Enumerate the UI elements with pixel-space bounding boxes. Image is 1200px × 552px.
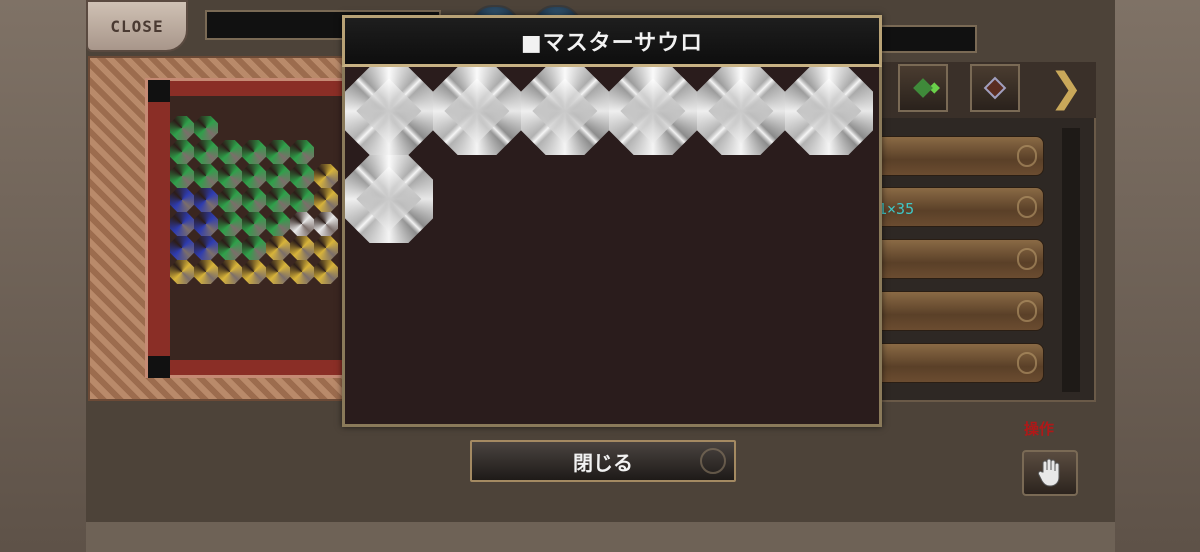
- board-gem-icon: [170, 188, 194, 212]
- board-gem-icon: [242, 260, 266, 284]
- board-gem-icon: [218, 188, 242, 212]
- ornament-icon: [1017, 300, 1037, 322]
- board-gem-icon: [266, 260, 290, 284]
- ornament-icon: [1017, 145, 1037, 167]
- board-gem-icon: [242, 164, 266, 188]
- modal-title: ■マスターサウロ: [520, 31, 704, 56]
- list-item[interactable]: [880, 239, 1044, 279]
- board-gem-icon: [266, 188, 290, 212]
- board-gem-icon: [194, 116, 218, 140]
- ornament-icon: [1017, 196, 1037, 218]
- board-gem-icon: [218, 212, 242, 236]
- diamond-gem-icon: [609, 67, 697, 155]
- board-gem-icon: [218, 260, 242, 284]
- board-gem-icon: [266, 140, 290, 164]
- board-gem-icon: [266, 212, 290, 236]
- board-gem-icon: [194, 260, 218, 284]
- board-gem-icon: [290, 260, 314, 284]
- diamond-gem-icon: [345, 155, 433, 243]
- board-gem-icon: [194, 164, 218, 188]
- board-gem-icon: [242, 188, 266, 212]
- board-gem-icon: [170, 140, 194, 164]
- move-gem-button[interactable]: [898, 64, 948, 112]
- board-gem-icon: [314, 188, 338, 212]
- close-button[interactable]: CLOSE: [86, 0, 188, 52]
- modal-header: ■マスターサウロ: [342, 15, 882, 67]
- puzzle-board[interactable]: [170, 96, 346, 360]
- diamond-gem-icon: [697, 67, 785, 155]
- board-gem-icon: [290, 236, 314, 260]
- board-corner: [148, 80, 170, 102]
- scrollbar[interactable]: [1062, 128, 1080, 392]
- hand-icon: [1037, 458, 1060, 487]
- board-gem-icon: [170, 260, 194, 284]
- board-gem-icon: [170, 236, 194, 260]
- board-gem-icon: [170, 212, 194, 236]
- board-gem-icon: [242, 236, 266, 260]
- board-gem-icon: [314, 260, 338, 284]
- board-gem-icon: [218, 164, 242, 188]
- diamond-gem-icon: [345, 67, 433, 155]
- list-item[interactable]: [880, 291, 1044, 331]
- board-gem-icon: [266, 236, 290, 260]
- board-gem-icon: [194, 140, 218, 164]
- board-corner: [148, 356, 170, 378]
- status-field: [875, 25, 977, 53]
- board-gem-icon: [266, 164, 290, 188]
- board-gem-icon: [290, 188, 314, 212]
- pointer-gem-button[interactable]: [970, 64, 1020, 112]
- list-item-text: 1×35: [878, 200, 915, 218]
- list-item[interactable]: [880, 136, 1044, 176]
- board-gem-icon: [194, 236, 218, 260]
- ornament-icon: [1017, 352, 1037, 374]
- left-margin: [0, 0, 86, 552]
- swirl-ornament-icon: [700, 448, 726, 474]
- board-gem-icon: [290, 164, 314, 188]
- board-gem-icon: [170, 164, 194, 188]
- close-modal-button[interactable]: 閉じる: [470, 440, 736, 482]
- list-item[interactable]: [880, 343, 1044, 383]
- board-gem-icon: [314, 164, 338, 188]
- board-gem-icon: [290, 212, 314, 236]
- diamond-gem-icon: [521, 67, 609, 155]
- ornament-icon: [1017, 248, 1037, 270]
- board-gem-icon: [218, 236, 242, 260]
- board-gem-icon: [290, 140, 314, 164]
- move-gem-icon: [913, 78, 933, 98]
- bottom-strip: [86, 522, 1115, 552]
- right-margin: [1114, 0, 1200, 552]
- diamond-gem-icon: [433, 67, 521, 155]
- board-gem-icon: [170, 116, 194, 140]
- board-gem-icon: [314, 236, 338, 260]
- close-modal-label: 閉じる: [573, 450, 633, 475]
- operation-label: 操作: [1024, 420, 1055, 438]
- gem-collection: [345, 67, 879, 422]
- board-gem-icon: [242, 140, 266, 164]
- board-gem-icon: [194, 188, 218, 212]
- board-gem-icon: [242, 212, 266, 236]
- pointer-gem-icon: [983, 76, 1007, 100]
- next-arrow-icon[interactable]: ❯: [1044, 66, 1088, 110]
- board-gem-icon: [314, 212, 338, 236]
- board-gem-icon: [218, 140, 242, 164]
- diamond-gem-icon: [785, 67, 873, 155]
- hand-button[interactable]: [1022, 450, 1078, 496]
- board-gem-icon: [194, 212, 218, 236]
